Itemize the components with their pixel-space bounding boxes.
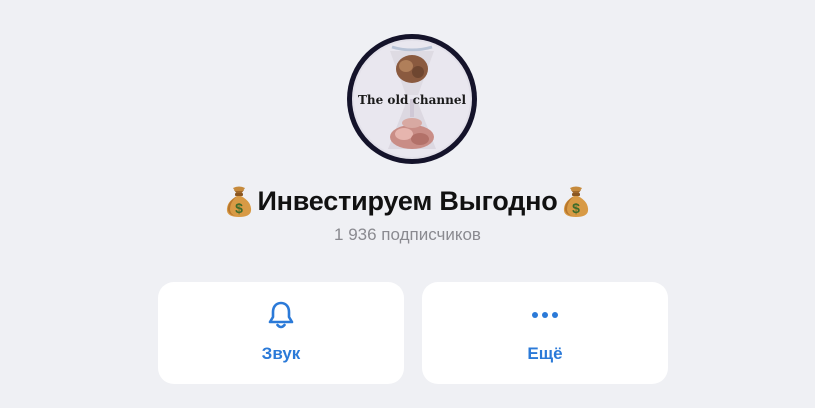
- channel-title-row: $ Инвестируем Выгодно $: [0, 182, 815, 220]
- channel-avatar[interactable]: The old channel: [347, 34, 477, 164]
- avatar-caption: The old channel: [357, 93, 467, 107]
- more-button-label: Ещё: [527, 344, 563, 363]
- money-bag-icon: $: [563, 186, 588, 217]
- bell-icon: [266, 300, 296, 330]
- avatar-image: The old channel: [352, 39, 472, 159]
- svg-text:$: $: [572, 200, 580, 216]
- subscriber-count: 1 936 подписчиков: [334, 225, 481, 244]
- sound-button[interactable]: Звук: [158, 282, 404, 384]
- svg-text:$: $: [236, 200, 244, 216]
- more-dots-icon: [530, 300, 560, 330]
- more-button[interactable]: Ещё: [422, 282, 668, 384]
- sound-button-label: Звук: [261, 344, 301, 363]
- money-bag-icon: $: [227, 186, 252, 217]
- channel-title: Инвестируем Выгодно: [257, 185, 558, 216]
